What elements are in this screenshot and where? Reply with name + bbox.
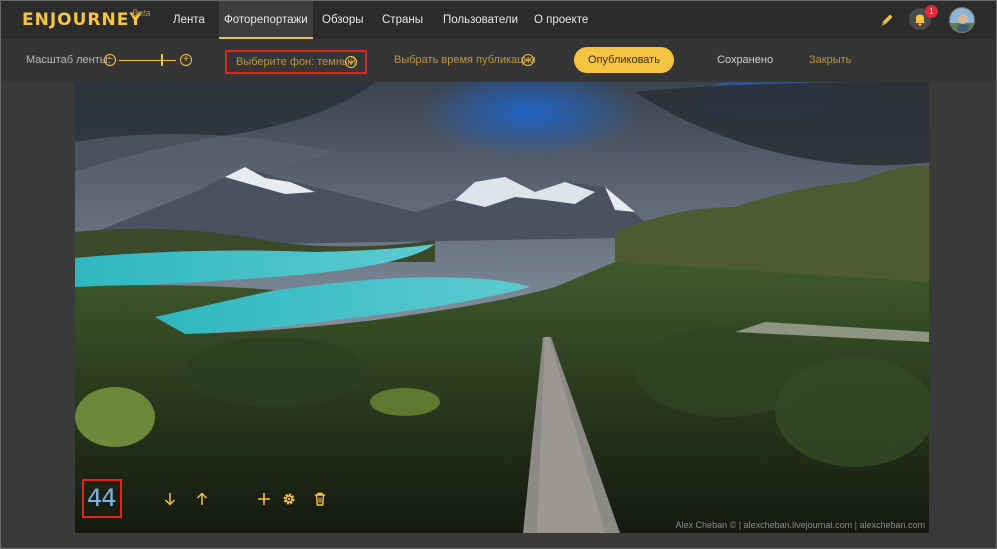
chevron-down-icon bbox=[345, 56, 357, 68]
nav-item-reviews[interactable]: Обзоры bbox=[322, 1, 363, 39]
photo[interactable]: Alex Cheban © | alexcheban.livejournal.c… bbox=[75, 82, 929, 533]
publish-time-select[interactable]: Выбрать время публикации bbox=[394, 39, 536, 82]
nav-item-users[interactable]: Пользователи bbox=[443, 1, 518, 39]
photo-counter-box: 44 bbox=[82, 479, 122, 518]
zoom-in-button[interactable]: + bbox=[180, 54, 192, 66]
landscape-photo bbox=[75, 82, 929, 533]
photo-counter: 44 bbox=[87, 484, 117, 512]
bottom-strip bbox=[1, 533, 996, 548]
top-navigation: ENJOURNEY Beta Лента Фоторепортажи Обзор… bbox=[1, 1, 996, 39]
logo[interactable]: ENJOURNEY bbox=[22, 10, 143, 30]
trash-icon[interactable] bbox=[312, 491, 328, 507]
background-select-label: Выберите фон: темный bbox=[236, 56, 356, 68]
pencil-icon[interactable] bbox=[879, 12, 895, 28]
photo-credit: Alex Cheban © | alexcheban.livejournal.c… bbox=[675, 520, 925, 530]
zoom-label: Масштаб ленты: bbox=[26, 54, 111, 66]
nav-item-about[interactable]: О проекте bbox=[534, 1, 588, 39]
notification-badge: 1 bbox=[925, 5, 938, 18]
editor-toolbar: Масштаб ленты: − + Выберите фон: темный … bbox=[1, 39, 996, 82]
beta-label: Beta bbox=[132, 8, 151, 18]
nav-item-photo-reports[interactable]: Фоторепортажи bbox=[219, 1, 313, 39]
arrow-up-icon[interactable] bbox=[194, 491, 210, 507]
avatar[interactable] bbox=[949, 7, 975, 33]
background-select[interactable]: Выберите фон: темный bbox=[225, 50, 367, 74]
zoom-slider[interactable] bbox=[119, 60, 176, 61]
publish-button[interactable]: Опубликовать bbox=[574, 47, 674, 73]
zoom-out-button[interactable]: − bbox=[104, 54, 116, 66]
saved-status: Сохранено bbox=[717, 54, 774, 66]
close-link[interactable]: Закрыть bbox=[809, 39, 851, 82]
nav-item-feed[interactable]: Лента bbox=[171, 1, 207, 39]
nav-item-countries[interactable]: Страны bbox=[382, 1, 423, 39]
app-frame: ENJOURNEY Beta Лента Фоторепортажи Обзор… bbox=[0, 0, 997, 549]
gear-icon[interactable] bbox=[281, 491, 297, 507]
avatar-image bbox=[950, 8, 974, 32]
chevron-down-icon[interactable] bbox=[522, 54, 534, 66]
plus-icon[interactable] bbox=[256, 491, 272, 507]
zoom-slider-handle[interactable] bbox=[161, 54, 163, 66]
arrow-down-icon[interactable] bbox=[162, 491, 178, 507]
